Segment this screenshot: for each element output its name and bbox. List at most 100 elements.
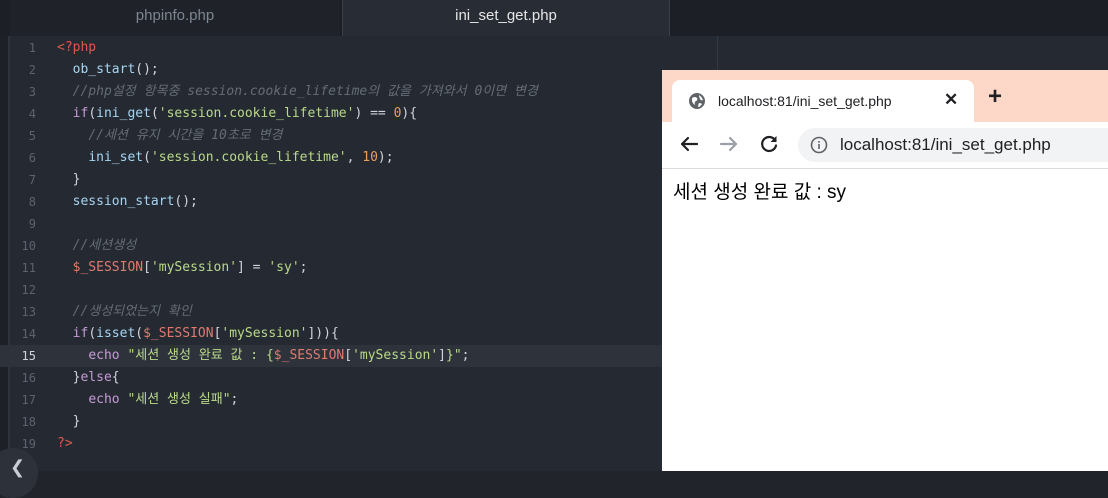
- code-text: }else{: [57, 367, 120, 389]
- line-number: 10: [21, 239, 36, 253]
- code-token: ] =: [237, 260, 269, 275]
- code-token: "세션 생성 완료 값 : {: [127, 348, 274, 363]
- code-token: //세션 유지 시간을 10초로 변경: [88, 128, 283, 143]
- code-token: }: [57, 172, 81, 187]
- code-token: $_SESSION: [72, 260, 144, 275]
- address-text: localhost:81/ini_set_get.php: [840, 135, 1051, 154]
- code-token: ?>: [57, 436, 73, 451]
- browser-tab-strip: localhost:81/ini_set_get.php ✕ +: [662, 70, 1108, 122]
- info-icon[interactable]: [810, 136, 828, 154]
- code-token: if: [72, 106, 89, 121]
- code-token: (: [88, 106, 97, 121]
- code-line[interactable]: 1 <?php: [0, 37, 1108, 59]
- code-token: echo: [88, 392, 120, 407]
- code-text: //세션 유지 시간을 10초로 변경: [57, 125, 283, 147]
- code-token: }: [57, 414, 81, 429]
- forward-arrow-icon[interactable]: [718, 133, 740, 155]
- line-number: 6: [28, 151, 36, 165]
- line-number: 8: [28, 195, 36, 209]
- code-token: [: [143, 260, 151, 275]
- browser-tab-title: localhost:81/ini_set_get.php: [718, 93, 892, 109]
- tab-phpinfo[interactable]: phpinfo.php: [10, 0, 340, 36]
- chevron-left-icon: ❮: [10, 457, 26, 477]
- code-token: $_SESSION: [143, 326, 214, 341]
- browser-toolbar: localhost:81/ini_set_get.php: [662, 122, 1108, 169]
- code-token: ) ==: [354, 106, 394, 121]
- code-token: ();: [135, 62, 159, 77]
- browser-tab[interactable]: localhost:81/ini_set_get.php ✕: [672, 80, 974, 122]
- code-token: ]: [438, 348, 446, 363]
- code-token: }": [446, 348, 462, 363]
- code-text: echo "세션 생성 실패";: [57, 389, 238, 411]
- reload-icon[interactable]: [758, 133, 780, 155]
- back-arrow-icon[interactable]: [678, 133, 700, 155]
- page-content: 세션 생성 완료 값 : sy: [662, 169, 1108, 471]
- code-text: ?>: [57, 433, 73, 455]
- code-token: "세션 생성 실패": [127, 392, 231, 407]
- code-text: echo "세션 생성 완료 값 : {$_SESSION['mySession…: [57, 345, 469, 367]
- code-token: ,: [346, 150, 363, 165]
- code-token: ){: [401, 106, 418, 121]
- code-token: if: [72, 326, 89, 341]
- code-text: //생성되었는지 확인: [57, 301, 192, 323]
- line-number: 11: [21, 261, 36, 275]
- line-number: 16: [21, 371, 36, 385]
- code-text: if(isset($_SESSION['mySession'])){: [57, 323, 339, 345]
- code-token: 'mySession': [352, 348, 439, 363]
- code-token: ob_start: [72, 62, 136, 77]
- close-tab-icon[interactable]: ✕: [944, 90, 958, 110]
- editor-tab-bar: phpinfo.php ini_set_get.php: [0, 0, 1108, 36]
- code-text: ob_start();: [57, 59, 159, 81]
- line-number: 9: [28, 217, 36, 231]
- code-token: (: [150, 106, 159, 121]
- code-token: ])){: [307, 326, 339, 341]
- tab-ini-set-get[interactable]: ini_set_get.php: [342, 0, 670, 36]
- code-token: isset: [96, 326, 136, 341]
- code-token: //생성되었는지 확인: [72, 304, 192, 319]
- page-output-text: 세션 생성 완료 값 : sy: [673, 182, 847, 203]
- code-text: ini_set('session.cookie_lifetime', 10);: [57, 147, 393, 169]
- code-text: <?php: [57, 37, 96, 59]
- code-token: //php설정 항목중 session.cookie_lifetime의 값을 …: [72, 84, 538, 99]
- code-text: //세션생성: [57, 235, 137, 257]
- code-token: ini_set: [88, 150, 144, 165]
- code-token: session_start: [72, 194, 175, 209]
- code-text: //php설정 항목중 session.cookie_lifetime의 값을 …: [57, 81, 538, 103]
- code-token: (: [143, 150, 151, 165]
- code-token: (: [88, 326, 97, 341]
- line-number: 3: [28, 85, 36, 99]
- browser-window: localhost:81/ini_set_get.php ✕ + localho…: [662, 70, 1108, 471]
- globe-icon: [689, 93, 705, 109]
- code-token: ();: [174, 194, 198, 209]
- line-number: 13: [21, 305, 36, 319]
- line-number: 14: [21, 327, 36, 341]
- address-bar[interactable]: localhost:81/ini_set_get.php: [798, 128, 1108, 162]
- code-text: $_SESSION['mySession'] = 'sy';: [57, 257, 308, 279]
- code-text: }: [57, 169, 81, 191]
- code-token: 'session.cookie_lifetime': [150, 150, 347, 165]
- line-number: 18: [21, 415, 36, 429]
- line-number: 1: [28, 41, 36, 55]
- code-token: else: [80, 370, 112, 385]
- code-token: 'sy': [268, 260, 300, 275]
- line-number: 7: [28, 173, 36, 187]
- code-token: 'session.cookie_lifetime': [158, 106, 355, 121]
- code-token: ;: [461, 348, 470, 363]
- new-tab-button[interactable]: +: [988, 85, 1002, 109]
- line-number: 4: [28, 107, 36, 121]
- code-token: [: [344, 348, 353, 363]
- line-number: 17: [21, 393, 36, 407]
- code-token: ;: [299, 260, 308, 275]
- code-token: {: [111, 370, 120, 385]
- code-token: //세션생성: [72, 238, 137, 253]
